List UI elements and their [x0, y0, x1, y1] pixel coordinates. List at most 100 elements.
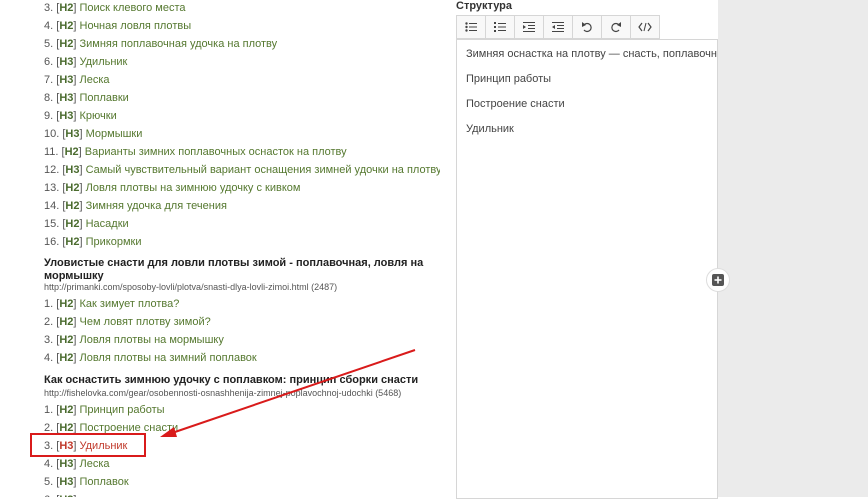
add-icon [712, 274, 724, 286]
item-number: 10. [44, 128, 60, 140]
editor-line-2[interactable]: Принцип работы [466, 73, 551, 85]
heading-item: 1. [H2] Как зимует плотва? [44, 298, 180, 310]
heading-link[interactable]: Самый чувствительный вариант оснащения з… [86, 164, 440, 176]
item-number: 14. [44, 200, 60, 212]
heading-level-tag: H2 [59, 404, 74, 416]
heading-link[interactable]: Поиск клевого места [80, 2, 186, 14]
heading-link[interactable]: Удильник [80, 56, 128, 68]
heading-link[interactable]: Ловля плотвы на зимнюю удочку с кивком [86, 182, 301, 194]
section-2-url[interactable]: http://primanki.com/sposoby-lovli/plotva… [44, 282, 337, 292]
heading-item: 10. [H3] Мормышки [44, 128, 143, 140]
editor-line-3[interactable]: Построение снасти [466, 98, 565, 110]
heading-link[interactable]: Ночная ловля плотвы [80, 20, 192, 32]
heading-link[interactable]: Варианты зимних поплавочных оснасток на … [85, 146, 347, 158]
item-number: 16. [44, 236, 60, 248]
heading-link[interactable]: Зимняя удочка для течения [86, 200, 227, 212]
heading-level-tag: H2 [59, 334, 74, 346]
heading-item: 5. [H3] Поплавок [44, 476, 129, 488]
item-number: 4. [44, 20, 54, 32]
code-icon[interactable] [630, 15, 660, 39]
heading-item: 3. [H2] Поиск клевого места [44, 2, 186, 14]
heading-level-tag: H2 [59, 20, 74, 32]
item-number: 3. [44, 2, 54, 14]
heading-link[interactable]: Крючки [80, 110, 117, 122]
heading-item: 8. [H3] Поплавки [44, 92, 129, 104]
item-number: 11. [44, 146, 59, 158]
heading-list-1: 3. [H2] Поиск клевого места 4. [H2] Ночна… [44, 0, 440, 251]
indent-icon[interactable] [543, 15, 573, 39]
side-panel [718, 0, 868, 497]
heading-item: 7. [H3] Леска [44, 74, 110, 86]
heading-item: 15. [H2] Насадки [44, 218, 129, 230]
heading-link[interactable]: Леска [80, 74, 110, 86]
heading-link[interactable]: Как зимует плотва? [80, 298, 180, 310]
heading-level-tag: H2 [59, 2, 74, 14]
heading-item: 6. [H3] Удильник [44, 56, 128, 68]
heading-item: 6. [H3] [44, 491, 178, 497]
heading-link[interactable]: Ловля плотвы на мормышку [80, 334, 224, 346]
heading-item: 14. [H2] Зимняя удочка для течения [44, 200, 227, 212]
heading-item: 4. [H2] Ночная ловля плотвы [44, 20, 192, 32]
item-number: 3. [44, 334, 54, 346]
heading-level-tag: H2 [59, 38, 74, 50]
heading-link[interactable]: Леска [80, 458, 110, 470]
item-number: 1. [44, 404, 54, 416]
heading-link[interactable]: Принцип работы [80, 404, 165, 416]
item-number: 7. [44, 74, 54, 86]
heading-level-tag: H3 [59, 56, 74, 68]
undo-icon[interactable] [572, 15, 602, 39]
heading-item: 5. [H2] Зимняя поплавочная удочка на пло… [44, 38, 278, 50]
redo-icon[interactable] [601, 15, 631, 39]
source-headings-panel: 3. [H2] Поиск клевого места 4. [H2] Ночна… [0, 0, 440, 497]
editor-line-4[interactable]: Удильник [466, 123, 514, 135]
heading-level-tag: H3 [65, 164, 80, 176]
item-number: 4. [44, 352, 54, 364]
heading-link[interactable]: Ловля плотвы на зимний поплавок [80, 352, 257, 364]
highlight-box [30, 433, 146, 457]
heading-item: 1. [H2] Принцип работы [44, 404, 165, 416]
item-number: 9. [44, 110, 54, 122]
heading-item: 16. [H2] Прикормки [44, 236, 142, 248]
heading-item: 2. [H2] Чем ловят плотву зимой? [44, 316, 211, 328]
heading-link[interactable]: Чем ловят плотву зимой? [80, 316, 211, 328]
heading-list-2: 1. [H2] Как зимует плотва? 2. [H2] Чем ло… [44, 295, 257, 367]
item-number: 8. [44, 92, 54, 104]
heading-level-tag: H3 [59, 92, 74, 104]
heading-link[interactable]: Насадки [86, 218, 129, 230]
heading-item: 4. [H3] Леска [44, 458, 110, 470]
heading-level-tag: H3 [65, 128, 80, 140]
heading-item: 4. [H2] Ловля плотвы на зимний поплавок [44, 352, 257, 364]
heading-level-tag: H2 [59, 352, 74, 364]
item-number: 13. [44, 182, 60, 194]
heading-level-tag: H3 [59, 458, 74, 470]
outdent-icon[interactable] [514, 15, 544, 39]
heading-link[interactable]: Зимняя поплавочная удочка на плотву [80, 38, 278, 50]
heading-link[interactable]: Прикормки [86, 236, 142, 248]
bullet-list-icon[interactable] [456, 15, 486, 39]
editor-toolbar [456, 15, 660, 39]
heading-item: 9. [H3] Крючки [44, 110, 117, 122]
heading-link[interactable]: Поплавок [80, 476, 129, 488]
heading-level-tag: H2 [65, 182, 80, 194]
heading-level-tag: H3 [59, 74, 74, 86]
section-3-title: Как оснастить зимнюю удочку с поплавком:… [44, 374, 419, 386]
item-number: 6. [44, 56, 54, 68]
heading-link[interactable]: Поплавки [80, 92, 129, 104]
item-number: 1. [44, 298, 54, 310]
heading-link[interactable]: Мормышки [86, 128, 143, 140]
section-3-url[interactable]: http://fishelovka.com/gear/osobennosti-o… [44, 388, 401, 398]
numbered-list-icon[interactable] [485, 15, 515, 39]
section-2-title: Уловистые снасти для ловли плотвы зимой … [44, 257, 424, 282]
item-number: 2. [44, 316, 54, 328]
editor-line-1[interactable]: Зимняя оснастка на плотву — снасть, попл… [466, 48, 717, 60]
heading-level-tag: H2 [65, 200, 80, 212]
heading-level-tag: H2 [65, 236, 80, 248]
heading-level-tag: H2 [64, 146, 79, 158]
heading-item: 12. [H3] Самый чувствительный вариант ос… [44, 164, 440, 176]
heading-level-tag: H2 [65, 218, 80, 230]
structure-editor[interactable]: Зимняя оснастка на плотву — снасть, попл… [456, 39, 718, 499]
structure-panel: Структура Зимняя оснастка на плотву — сн… [456, 0, 718, 499]
structure-title: Структура [456, 0, 512, 12]
heading-level-tag: H3 [59, 110, 74, 122]
add-block-button[interactable] [706, 268, 730, 292]
